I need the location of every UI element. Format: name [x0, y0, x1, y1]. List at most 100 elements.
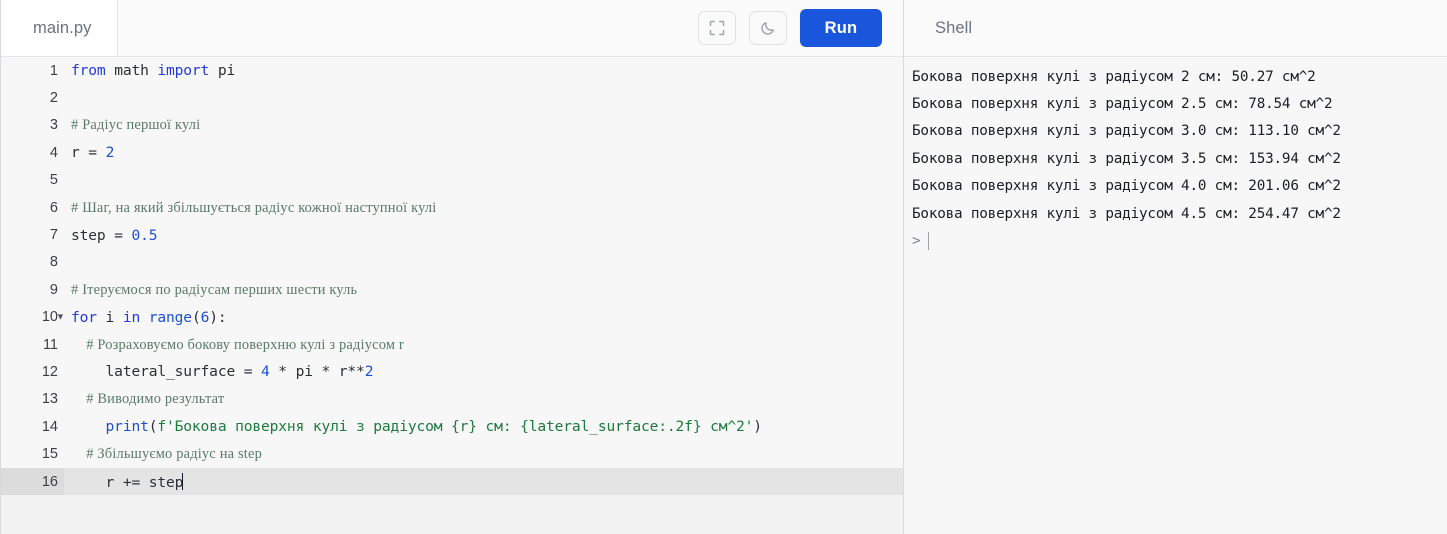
code-token: print: [71, 418, 149, 436]
code-line[interactable]: 11 # Розраховуємо бокову поверхню кулі з…: [1, 330, 903, 359]
code-line[interactable]: 2: [1, 84, 903, 112]
code-token: f'Бокова поверхня кулі з радіусом {r} см…: [157, 418, 754, 436]
line-number: 8: [1, 248, 64, 277]
code-token: i: [105, 308, 123, 326]
code-token: step: [148, 473, 184, 491]
line-number: 15: [1, 440, 64, 468]
editor-actions: Run: [698, 0, 903, 56]
editor-pane: main.py Run 1 from math import pi 2 3 # …: [0, 0, 903, 534]
code-line[interactable]: 6 # Шаг, на який збільшується радіус кожн…: [1, 193, 903, 222]
code-token: *: [312, 363, 339, 381]
code-token: # Шаг, на який збільшується радіус кожно…: [71, 199, 437, 216]
code-line[interactable]: 7 step = 0.5: [1, 221, 903, 249]
shell-output-area[interactable]: Бокова поверхня кулі з радіусом 2 см: 50…: [904, 57, 1447, 534]
tab-main-py[interactable]: main.py: [1, 0, 119, 56]
run-button[interactable]: Run: [800, 9, 882, 47]
line-number: 9: [1, 276, 64, 304]
code-line[interactable]: 10 ▼ for i in range(6):: [1, 303, 903, 331]
shell-output-line: Бокова поверхня кулі з радіусом 4.5 см: …: [912, 205, 1341, 222]
code-token: =: [88, 144, 106, 162]
code-line-text: lateral_surface = 4 * pi * r**2: [64, 363, 374, 381]
line-number: 14: [1, 413, 64, 441]
shell-prompt-row[interactable]: >: [912, 227, 1447, 254]
code-token: pi: [217, 62, 236, 80]
line-number: 16: [1, 467, 64, 496]
code-token: pi: [295, 363, 313, 381]
code-line[interactable]: 12 lateral_surface = 4 * pi * r**2: [1, 358, 903, 386]
code-token: 2: [364, 363, 374, 381]
code-line-text: r += step: [64, 472, 184, 491]
line-number: 13: [1, 385, 64, 414]
code-line[interactable]: 4r = 2: [1, 139, 903, 167]
code-line-text: from math import pi: [64, 62, 235, 79]
line-number: 4: [1, 139, 64, 167]
shell-output-line: Бокова поверхня кулі з радіусом 2.5 см: …: [912, 96, 1333, 113]
code-token: 6: [200, 308, 210, 326]
shell-pane: Shell Бокова поверхня кулі з радіусом 2 …: [903, 0, 1447, 534]
editor-toolbar: main.py Run: [1, 0, 903, 57]
code-line-text: # Розраховуємо бокову поверхню кулі з ра…: [64, 336, 404, 354]
editor-tabstrip: main.py: [1, 0, 119, 56]
code-token: # Розраховуємо бокову поверхню кулі з ра…: [71, 336, 404, 353]
code-line-text: for i in range(6):: [64, 309, 227, 326]
code-token: (: [191, 308, 201, 326]
code-editor[interactable]: 1 from math import pi 2 3 # Радіус першої ку…: [1, 57, 903, 534]
code-token: from: [71, 62, 115, 80]
line-number: 1: [1, 57, 64, 85]
shell-output-line: Бокова поверхня кулі з радіусом 3.5 см: …: [912, 150, 1341, 167]
code-line-text: print(f'Бокова поверхня кулі з радіусом …: [64, 418, 763, 436]
code-line[interactable]: 8: [1, 248, 903, 277]
code-token: ):: [209, 308, 227, 326]
code-line[interactable]: 13 # Виводимо результат: [1, 385, 903, 414]
code-line[interactable]: 16 r += step: [1, 467, 903, 496]
code-token: r: [71, 144, 89, 162]
shell-cursor: [927, 232, 929, 251]
code-line[interactable]: 3 # Радіус першої кулі: [1, 111, 903, 140]
code-token: step: [71, 226, 115, 244]
code-token: for: [71, 308, 106, 326]
line-number: 11: [1, 330, 64, 359]
code-token: lateral_surface: [71, 363, 244, 381]
code-token: math: [114, 62, 158, 80]
code-token: in: [122, 308, 149, 326]
shell-header: Shell: [904, 0, 1447, 57]
shell-prompt-symbol: >: [912, 233, 921, 250]
code-line-text: r = 2: [64, 144, 114, 161]
shell-title: Shell: [935, 18, 973, 37]
code-line-text: # Збільшуємо радіус на step: [64, 445, 262, 463]
dark-mode-toggle-button[interactable]: [749, 11, 787, 45]
code-line-text: # Радіус першої кулі: [64, 116, 200, 134]
code-line-text: # Ітеруємося по радіусам перших шести ку…: [64, 281, 357, 299]
code-token: 4: [261, 363, 270, 381]
code-token: **: [347, 363, 365, 381]
code-lines-container[interactable]: 1 from math import pi 2 3 # Радіус першої ку…: [1, 57, 903, 496]
replit-ide-window: main.py Run 1 from math import pi 2 3 # …: [0, 0, 1447, 534]
line-number: 7: [1, 221, 64, 249]
code-line-text: step = 0.5: [64, 226, 158, 244]
run-button-label: Run: [824, 18, 858, 37]
code-line-text: # Шаг, на який збільшується радіус кожно…: [64, 199, 436, 217]
code-token: r: [71, 473, 123, 491]
line-number: 2: [1, 84, 64, 112]
code-line[interactable]: 5: [1, 166, 903, 194]
tab-label: main.py: [33, 18, 92, 37]
fullscreen-expand-button[interactable]: [698, 11, 736, 45]
shell-output-line: Бокова поверхня кулі з радіусом 3.0 см: …: [912, 123, 1341, 140]
code-token: *: [269, 363, 296, 381]
fullscreen-expand-icon: [709, 20, 725, 36]
code-line[interactable]: 9 # Ітеруємося по радіусам перших шести к…: [1, 276, 903, 304]
shell-output-line: Бокова поверхня кулі з радіусом 2 см: 50…: [912, 68, 1316, 85]
line-number: 6: [1, 193, 64, 222]
code-token: range: [148, 308, 192, 326]
line-number: 12: [1, 358, 64, 386]
line-number: 3: [1, 111, 64, 140]
code-line[interactable]: 15 # Збільшуємо радіус на step: [1, 440, 903, 468]
code-token: # Радіус першої кулі: [71, 117, 201, 134]
moon-dark-mode-icon: [760, 20, 776, 36]
code-token: 2: [105, 144, 115, 162]
code-line-text: # Виводимо результат: [64, 390, 224, 408]
fold-chevron-icon[interactable]: ▼: [56, 312, 65, 322]
code-line[interactable]: 1 from math import pi: [1, 57, 903, 85]
shell-output-line: Бокова поверхня кулі з радіусом 4.0 см: …: [912, 178, 1341, 195]
code-line[interactable]: 14 print(f'Бокова поверхня кулі з радіус…: [1, 413, 903, 441]
